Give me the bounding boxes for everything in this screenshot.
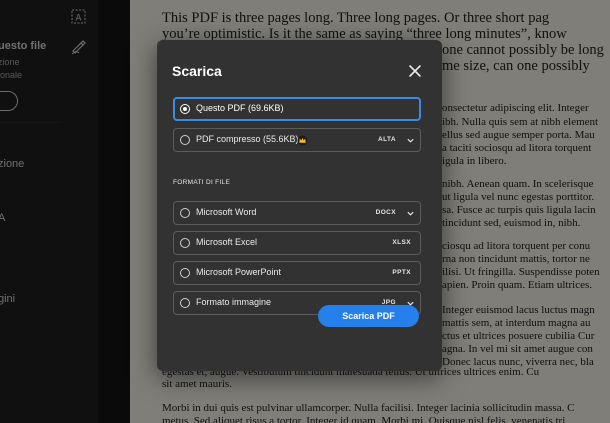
- format-excel[interactable]: Microsoft Excel XLSX: [173, 231, 421, 255]
- format-tag: PPTX: [392, 269, 411, 276]
- radio-unselected[interactable]: [180, 298, 190, 308]
- format-word[interactable]: Microsoft Word DOCX: [173, 201, 421, 225]
- option-this-pdf[interactable]: Questo PDF (69.6KB): [173, 97, 421, 121]
- format-powerpoint[interactable]: Microsoft PowerPoint PPTX: [173, 261, 421, 285]
- radio-unselected[interactable]: [180, 238, 190, 248]
- download-pdf-button[interactable]: Scarica PDF: [318, 305, 419, 327]
- chevron-down-icon[interactable]: [406, 209, 415, 218]
- radio-selected[interactable]: [180, 104, 190, 114]
- format-label: Formato immagine: [196, 297, 272, 307]
- crown-icon: [297, 135, 308, 146]
- radio-unselected[interactable]: [180, 135, 190, 145]
- download-dialog: Scarica Questo PDF (69.6KB) PDF compress…: [157, 40, 442, 371]
- format-label: Microsoft Word: [196, 207, 257, 217]
- option-label: PDF compresso (55.6KB): [196, 134, 299, 144]
- quality-tag: ALTA: [378, 136, 396, 143]
- radio-unselected[interactable]: [180, 268, 190, 278]
- format-tag: XLSX: [392, 239, 411, 246]
- section-label: FORMATI DI FILE: [173, 179, 231, 186]
- format-label: Microsoft PowerPoint: [196, 267, 282, 277]
- option-label: Questo PDF (69.6KB): [196, 103, 284, 113]
- option-compressed-pdf[interactable]: PDF compresso (55.6KB) ALTA: [173, 128, 421, 152]
- format-tag: DOCX: [375, 209, 396, 216]
- format-label: Microsoft Excel: [196, 237, 258, 247]
- chevron-down-icon[interactable]: [406, 136, 415, 145]
- close-icon[interactable]: [406, 62, 424, 80]
- dialog-title: Scarica: [172, 63, 222, 79]
- radio-unselected[interactable]: [180, 208, 190, 218]
